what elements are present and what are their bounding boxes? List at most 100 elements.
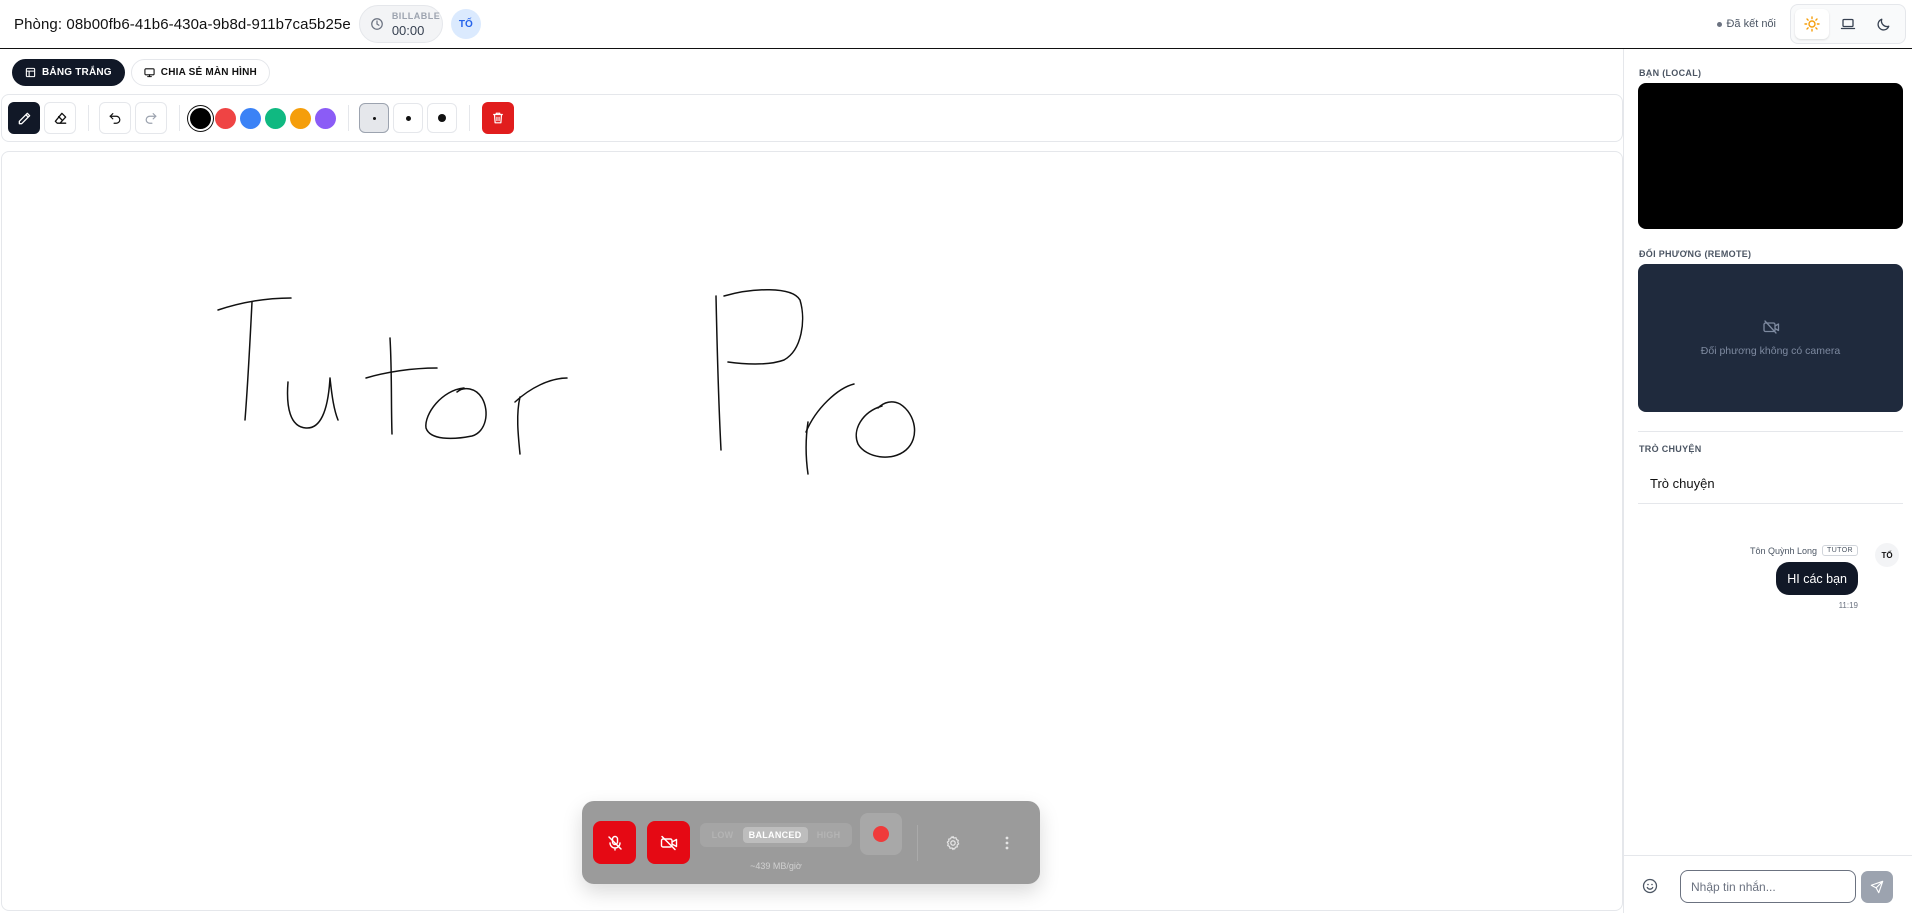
- tab-screen-share-label: CHIA SẺ MÀN HÌNH: [160, 67, 257, 78]
- send-button[interactable]: [1861, 871, 1893, 903]
- color-swatch-3[interactable]: [265, 107, 286, 129]
- stroke-r2-arm: [805, 383, 855, 433]
- camera-off-icon: [1762, 320, 1779, 334]
- billable-time: 00:00: [391, 22, 425, 38]
- quality-balanced[interactable]: BALANCED: [742, 827, 808, 843]
- stroke-o: [425, 387, 487, 440]
- stroke-t-cross: [365, 367, 438, 379]
- billable-label: BILLABLE: [391, 10, 441, 21]
- gear-icon: [946, 835, 960, 851]
- stroke-r-stem: [516, 396, 521, 455]
- stroke-r-arm: [514, 377, 568, 403]
- drawing-strokes: [217, 289, 916, 475]
- tab-whiteboard[interactable]: BẢNG TRẮNG: [12, 59, 125, 86]
- pencil-tool-button[interactable]: [8, 102, 40, 134]
- theme-light-button[interactable]: [1795, 9, 1829, 39]
- clear-board-button[interactable]: [482, 102, 514, 134]
- mic-off-icon: [607, 835, 622, 851]
- user-avatar[interactable]: TỐ: [450, 9, 481, 39]
- moon-icon: [1877, 18, 1890, 31]
- theme-system-button[interactable]: [1831, 9, 1865, 39]
- quality-high[interactable]: HIGH: [811, 827, 847, 843]
- record-icon: [873, 826, 889, 842]
- remote-no-camera-text: Đối phương không có camera: [1700, 345, 1841, 357]
- bitrate-estimate: ~439 MB/giờ: [750, 861, 802, 871]
- emoji-icon[interactable]: [1642, 878, 1658, 894]
- whiteboard-canvas[interactable]: [1, 151, 1623, 911]
- eraser-tool-button[interactable]: [44, 102, 76, 134]
- camera-off-icon: [660, 835, 677, 850]
- toolbar-separator: [348, 105, 349, 131]
- eraser-icon: [54, 112, 66, 124]
- stroke-o2: [855, 401, 916, 458]
- stroke-u: [286, 377, 339, 429]
- video-tutoring-app: Phòng: 08b00fb6-41b6-430a-9b8d-911b7ca5b…: [0, 0, 1912, 913]
- color-swatch-5[interactable]: [315, 107, 336, 129]
- brush-size-small[interactable]: [359, 103, 389, 133]
- status-dot: [1717, 21, 1723, 27]
- toolbar-separator: [179, 105, 180, 131]
- message-avatar: TỐ: [1875, 543, 1899, 567]
- top-header: Phòng: 08b00fb6-41b6-430a-9b8d-911b7ca5b…: [0, 0, 1912, 49]
- controls-separator: [917, 825, 918, 861]
- connection-status: Đã kết nối: [1717, 18, 1776, 30]
- room-title: Phòng: 08b00fb6-41b6-430a-9b8d-911b7ca5b…: [14, 15, 351, 33]
- send-icon: [1870, 880, 1884, 894]
- local-video-label: BẠN (LOCAL): [1639, 68, 1702, 78]
- whiteboard-icon: [25, 67, 36, 78]
- call-controls-bar: LOW BALANCED HIGH ~439 MB/giờ: [582, 801, 1040, 884]
- message-author: Tôn Quỳnh Long: [1749, 545, 1818, 556]
- right-sidebar: BẠN (LOCAL) ĐỐI PHƯƠNG (REMOTE) Đối phươ…: [1623, 49, 1912, 913]
- mic-toggle-button[interactable]: [593, 821, 636, 864]
- stroke-t-stem: [389, 337, 393, 435]
- stroke-P-bowl: [723, 289, 804, 365]
- quality-low[interactable]: LOW: [706, 827, 740, 843]
- color-swatch-2[interactable]: [240, 107, 261, 129]
- settings-button[interactable]: [938, 828, 968, 858]
- more-options-button[interactable]: [992, 828, 1022, 858]
- sun-icon: [1804, 16, 1820, 32]
- remote-video-label: ĐỐI PHƯƠNG (REMOTE): [1639, 249, 1752, 259]
- tab-whiteboard-label: BẢNG TRẮNG: [42, 67, 112, 78]
- monitor-icon: [144, 68, 155, 78]
- quality-selector: LOW BALANCED HIGH: [700, 823, 852, 847]
- stroke-P-stem: [715, 295, 722, 451]
- undo-icon: [109, 113, 121, 124]
- view-tabs: BẢNG TRẮNG CHIA SẺ MÀN HÌNH: [12, 59, 270, 86]
- sidebar-divider: [1638, 431, 1903, 432]
- stroke-T-stem: [244, 301, 253, 421]
- message-input[interactable]: [1680, 870, 1856, 903]
- size-dot: [372, 116, 376, 120]
- local-video: [1638, 83, 1903, 229]
- role-badge: TUTOR: [1822, 545, 1858, 556]
- redo-button[interactable]: [135, 102, 167, 134]
- tab-screen-share[interactable]: CHIA SẺ MÀN HÌNH: [130, 59, 270, 86]
- theme-switcher: [1790, 4, 1906, 44]
- chat-input-area: [1624, 855, 1912, 913]
- color-swatch-4[interactable]: [290, 107, 311, 129]
- brush-size-large[interactable]: [427, 103, 457, 133]
- message-time: 11:19: [1838, 601, 1858, 610]
- whiteboard-toolbar: [1, 94, 1623, 142]
- header-right: Đã kết nối: [1717, 0, 1912, 48]
- remote-video: Đối phương không có camera: [1638, 264, 1903, 412]
- theme-dark-button[interactable]: [1867, 9, 1901, 39]
- record-button[interactable]: [860, 813, 902, 855]
- message-meta: Tôn Quỳnh Long TUTOR: [1750, 545, 1858, 556]
- color-swatch-1[interactable]: [215, 107, 236, 129]
- status-text: Đã kết nối: [1726, 18, 1776, 30]
- camera-toggle-button[interactable]: [647, 821, 690, 864]
- brush-size-medium[interactable]: [393, 103, 423, 133]
- clock-icon: [370, 18, 383, 30]
- stroke-T-top: [217, 297, 292, 311]
- toolbar-separator: [469, 105, 470, 131]
- redo-icon: [145, 113, 157, 124]
- undo-button[interactable]: [99, 102, 131, 134]
- chat-section-label: TRÒ CHUYỆN: [1639, 444, 1702, 454]
- trash-icon: [493, 112, 503, 124]
- size-dot: [438, 114, 446, 122]
- message-bubble: HI các bạn: [1776, 562, 1858, 595]
- billable-timer: BILLABLE 00:00: [358, 5, 443, 43]
- toolbar-separator: [88, 105, 89, 131]
- color-swatch-0[interactable]: [190, 107, 211, 129]
